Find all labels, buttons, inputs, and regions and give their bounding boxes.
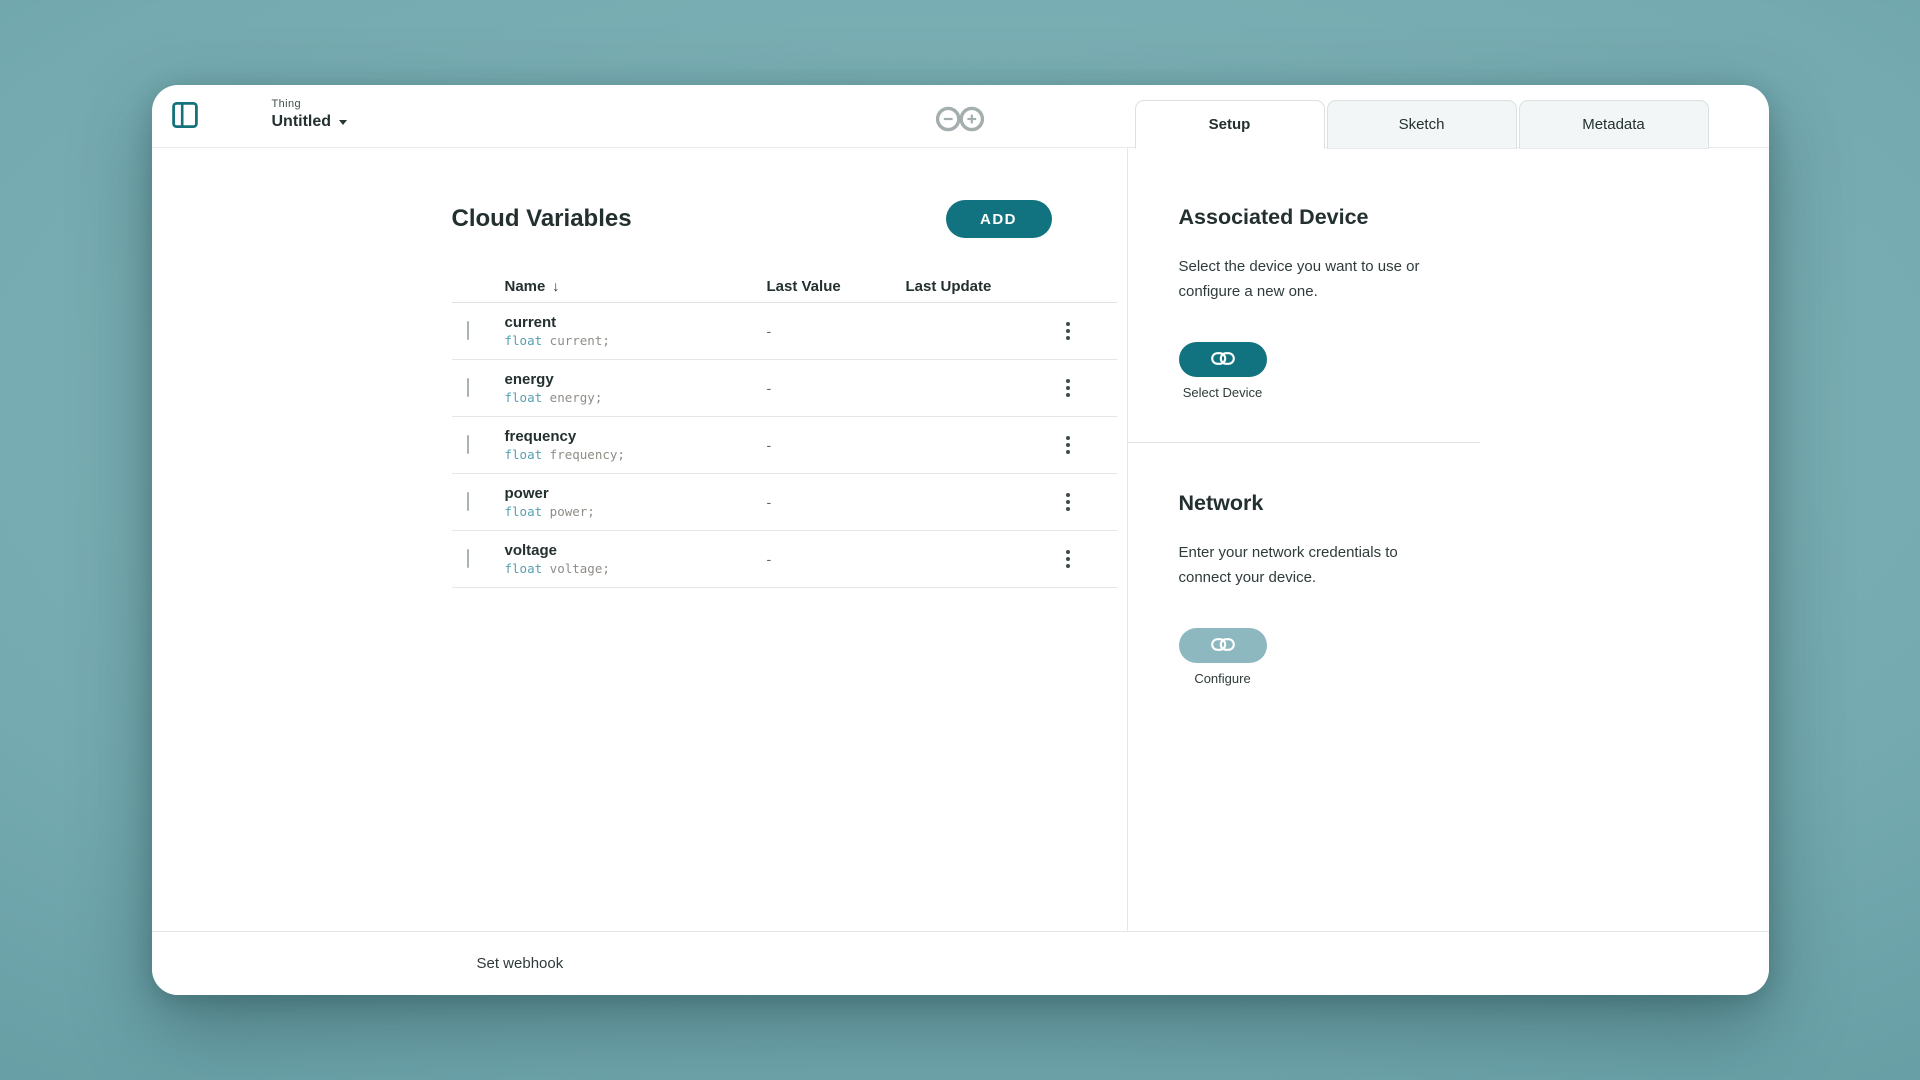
sort-descending-icon: ↓	[552, 278, 559, 294]
table-row: energy float energy; -	[452, 360, 1117, 417]
last-value: -	[767, 494, 906, 510]
variables-table: Name ↓ Last Value Last Update current fl…	[452, 270, 1117, 588]
sidebar-toggle-button[interactable]	[168, 99, 202, 133]
kebab-icon	[1066, 436, 1070, 440]
chevron-down-icon	[339, 120, 347, 125]
tab-label: Metadata	[1582, 116, 1645, 133]
network-description: Enter your network credentials to connec…	[1179, 540, 1449, 590]
variable-declaration: float power;	[505, 505, 767, 518]
top-header: Thing Untitled Setup Sketch Metadata	[152, 85, 1769, 148]
declaration-rest: current;	[542, 333, 610, 348]
declaration-rest: power;	[542, 504, 595, 519]
variable-declaration: float voltage;	[505, 562, 767, 575]
column-header-last-value: Last Value	[767, 278, 906, 295]
page-title: Cloud Variables	[452, 205, 632, 233]
kebab-icon	[1066, 379, 1070, 383]
row-menu-button[interactable]	[1056, 316, 1080, 346]
content-area: Cloud Variables ADD Name ↓ Last Value La…	[152, 148, 1769, 931]
variable-name: frequency	[505, 429, 767, 444]
declaration-keyword: float	[505, 333, 543, 348]
thing-name-dropdown[interactable]: Untitled	[272, 113, 348, 131]
kebab-icon	[1066, 493, 1070, 497]
panel-divider	[1128, 442, 1480, 443]
app-window: Thing Untitled Setup Sketch Metadata Clo…	[152, 85, 1769, 995]
row-checkbox[interactable]	[467, 549, 469, 568]
configure-network-button[interactable]	[1179, 628, 1267, 663]
tab-label: Setup	[1209, 116, 1251, 133]
kebab-icon	[1066, 322, 1070, 326]
last-value: -	[767, 380, 906, 396]
sidebar-layout-icon	[172, 101, 198, 132]
declaration-rest: energy;	[542, 390, 602, 405]
select-device-button[interactable]	[1179, 342, 1267, 377]
set-webhook-button[interactable]: Set webhook	[477, 955, 564, 972]
last-value: -	[767, 437, 906, 453]
associated-device-title: Associated Device	[1179, 206, 1769, 228]
row-checkbox[interactable]	[467, 321, 469, 340]
add-variable-button[interactable]: ADD	[946, 200, 1052, 238]
row-checkbox[interactable]	[467, 435, 469, 454]
variable-declaration: float energy;	[505, 391, 767, 404]
table-row: current float current; -	[452, 303, 1117, 360]
select-device-label: Select Device	[1183, 385, 1262, 400]
declaration-rest: frequency;	[542, 447, 625, 462]
row-checkbox[interactable]	[467, 492, 469, 511]
row-checkbox[interactable]	[467, 378, 469, 397]
variables-table-header: Name ↓ Last Value Last Update	[452, 270, 1117, 303]
footer-bar: Set webhook	[152, 931, 1769, 995]
last-value: -	[767, 323, 906, 339]
thing-label: Thing	[272, 98, 348, 110]
declaration-keyword: float	[505, 390, 543, 405]
tab-setup[interactable]: Setup	[1135, 100, 1325, 149]
tab-bar: Setup Sketch Metadata	[1135, 100, 1709, 149]
configure-network-label: Configure	[1194, 671, 1250, 686]
cloud-variables-panel: Cloud Variables ADD Name ↓ Last Value La…	[152, 148, 1127, 931]
link-icon	[1211, 638, 1235, 654]
thing-name: Untitled	[272, 113, 332, 131]
setup-side-panel: Associated Device Select the device you …	[1127, 148, 1769, 931]
declaration-keyword: float	[505, 561, 543, 576]
row-menu-button[interactable]	[1056, 544, 1080, 574]
thing-title-block: Thing Untitled	[272, 98, 348, 131]
link-icon	[1211, 352, 1235, 368]
tab-metadata[interactable]: Metadata	[1519, 100, 1709, 149]
tab-label: Sketch	[1399, 116, 1445, 133]
variable-declaration: float frequency;	[505, 448, 767, 461]
last-value: -	[767, 551, 906, 567]
row-menu-button[interactable]	[1056, 430, 1080, 460]
variable-name: voltage	[505, 543, 767, 558]
variable-name: energy	[505, 372, 767, 387]
row-menu-button[interactable]	[1056, 373, 1080, 403]
table-row: frequency float frequency; -	[452, 417, 1117, 474]
column-header-name[interactable]: Name ↓	[505, 278, 767, 295]
variables-table-body: current float current; - energy float en…	[452, 303, 1117, 588]
variable-name: current	[505, 315, 767, 330]
kebab-icon	[1066, 550, 1070, 554]
declaration-keyword: float	[505, 504, 543, 519]
associated-device-description: Select the device you want to use or con…	[1179, 254, 1449, 304]
table-row: voltage float voltage; -	[452, 531, 1117, 588]
variable-declaration: float current;	[505, 334, 767, 347]
table-row: power float power; -	[452, 474, 1117, 531]
declaration-rest: voltage;	[542, 561, 610, 576]
network-title: Network	[1179, 492, 1769, 514]
column-header-last-update: Last Update	[906, 278, 1056, 295]
variable-name: power	[505, 486, 767, 501]
tab-sketch[interactable]: Sketch	[1327, 100, 1517, 149]
row-menu-button[interactable]	[1056, 487, 1080, 517]
arduino-logo-icon	[934, 105, 986, 138]
declaration-keyword: float	[505, 447, 543, 462]
